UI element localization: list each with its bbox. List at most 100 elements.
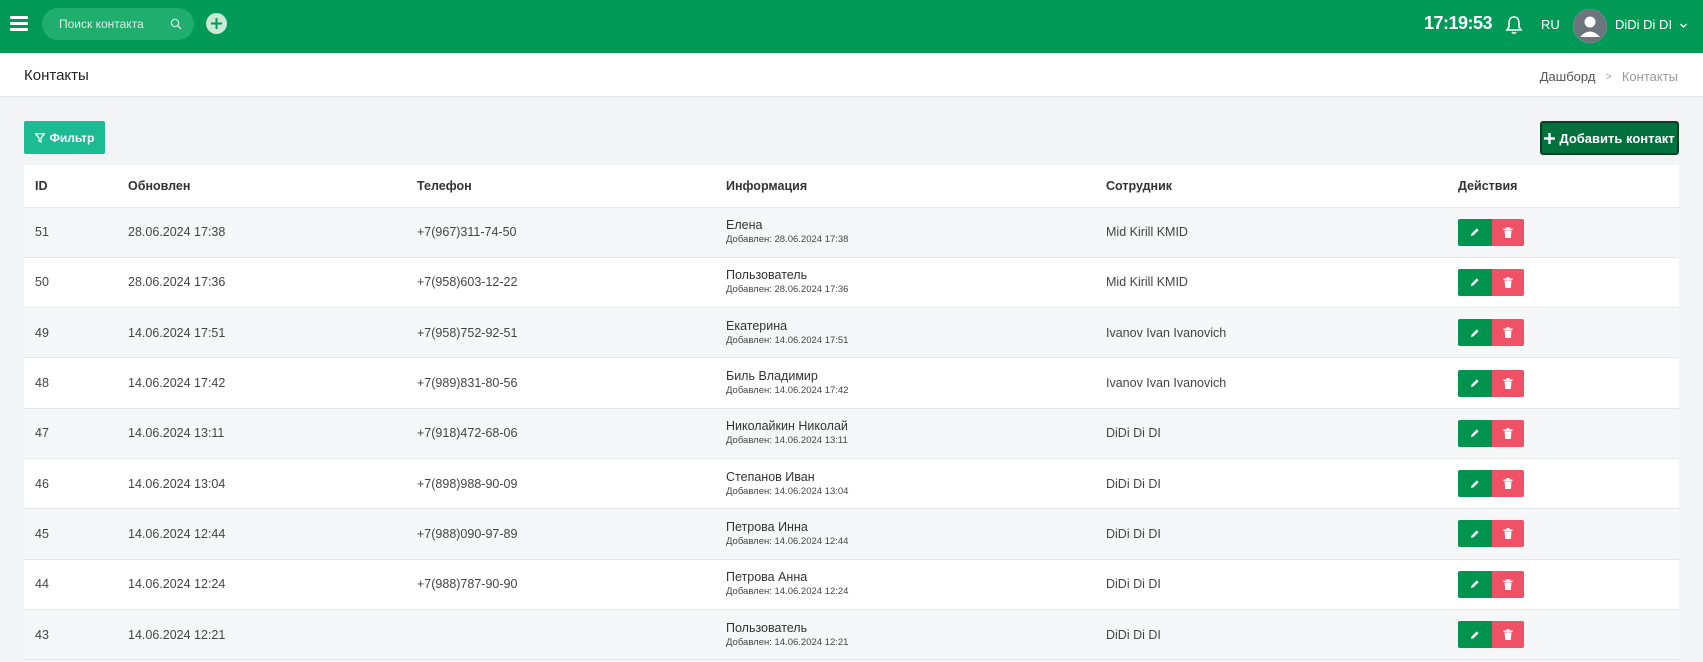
breadcrumb-current: Контакты xyxy=(1621,69,1678,84)
contact-added-date: Добавлен: 14.06.2024 13:11 xyxy=(726,435,848,447)
trash-icon xyxy=(1503,276,1513,288)
cell-employee: DiDi Di DI xyxy=(1095,609,1447,661)
column-header-actions: Действия xyxy=(1447,165,1679,208)
cell-phone: +7(989)831-80-56 xyxy=(406,357,715,409)
page-title: Контакты xyxy=(24,67,89,84)
cell-employee: Mid Kirill KMID xyxy=(1095,207,1447,258)
table-row: 49 14.06.2024 17:51 +7(958)752-92-51 Екатер… xyxy=(24,307,1679,359)
trash-icon xyxy=(1503,578,1513,590)
column-header-updated[interactable]: Обновлен xyxy=(117,165,406,208)
pencil-icon xyxy=(1471,530,1479,538)
edit-button[interactable] xyxy=(1458,419,1492,447)
bell-icon[interactable] xyxy=(1505,15,1523,35)
cell-employee: DiDi Di DI xyxy=(1095,458,1447,510)
cell-id: 46 xyxy=(24,458,117,510)
table-row: 44 14.06.2024 12:24 +7(988)787-90-90 Петров… xyxy=(24,559,1679,610)
cell-info: Пользователь Добавлен: 28.06.2024 17:36 xyxy=(715,257,1095,309)
breadcrumb: Дашборд > Контакты xyxy=(1540,69,1678,84)
cell-phone: +7(988)787-90-90 xyxy=(406,559,715,610)
avatar[interactable] xyxy=(1573,9,1607,43)
delete-button[interactable] xyxy=(1492,520,1524,548)
table-row: 48 14.06.2024 17:42 +7(989)831-80-56 Биль В… xyxy=(24,357,1679,409)
cell-actions xyxy=(1447,559,1679,610)
cell-phone: +7(958)603-12-22 xyxy=(406,257,715,309)
table-row: 47 14.06.2024 13:11 +7(918)472-68-06 Никола… xyxy=(24,408,1679,459)
cell-id: 45 xyxy=(24,508,117,560)
table-row: 45 14.06.2024 12:44 +7(988)090-97-89 Петров… xyxy=(24,508,1679,560)
column-header-info[interactable]: Информация xyxy=(715,165,1095,208)
contact-name: Петрова Инна xyxy=(726,519,808,534)
cell-actions xyxy=(1447,257,1679,309)
table-row: 51 28.06.2024 17:38 +7(967)311-74-50 Елена Д… xyxy=(24,207,1679,258)
contacts-table-container: ID Обновлен Телефон Информация Сотрудник… xyxy=(24,165,1679,661)
top-navbar: 17:19:53 RU DiDi Di DI xyxy=(0,0,1703,53)
cell-id: 51 xyxy=(24,207,117,258)
language-switcher[interactable]: RU xyxy=(1541,17,1560,32)
cell-info: Николайкин Николай Добавлен: 14.06.2024 1… xyxy=(715,408,1095,459)
delete-button[interactable] xyxy=(1492,470,1524,498)
cell-info: Петрова Анна Добавлен: 14.06.2024 12:24 xyxy=(715,559,1095,610)
column-header-phone[interactable]: Телефон xyxy=(406,165,715,208)
pencil-icon xyxy=(1471,580,1479,589)
contact-added-date: Добавлен: 28.06.2024 17:38 xyxy=(726,234,849,246)
cell-actions xyxy=(1447,408,1679,459)
search-box xyxy=(42,8,194,40)
delete-button[interactable] xyxy=(1492,419,1524,447)
cell-actions xyxy=(1447,609,1679,661)
delete-button[interactable] xyxy=(1492,621,1524,649)
filter-button[interactable]: Фильтр xyxy=(24,121,105,154)
delete-button[interactable] xyxy=(1492,268,1524,296)
edit-button[interactable] xyxy=(1458,621,1492,649)
add-contact-button[interactable]: Добавить контакт xyxy=(1540,121,1679,155)
cell-info: Пользователь Добавлен: 14.06.2024 12:21 xyxy=(715,609,1095,661)
cell-employee: Mid Kirill KMID xyxy=(1095,257,1447,309)
cell-id: 49 xyxy=(24,307,117,359)
username-label: DiDi Di DI xyxy=(1615,17,1673,32)
contact-added-date: Добавлен: 14.06.2024 12:24 xyxy=(726,586,849,598)
contact-name: Николайкин Николай xyxy=(726,419,848,434)
cell-updated: 14.06.2024 17:42 xyxy=(117,357,406,409)
pencil-icon xyxy=(1471,480,1479,488)
quick-add-button[interactable] xyxy=(206,13,227,34)
column-header-employee[interactable]: Сотрудник xyxy=(1095,165,1447,208)
breadcrumb-dashboard-link[interactable]: Дашборд xyxy=(1540,69,1596,84)
search-icon[interactable] xyxy=(170,18,182,30)
edit-button[interactable] xyxy=(1458,268,1492,296)
edit-button[interactable] xyxy=(1458,218,1492,246)
hamburger-menu-icon[interactable] xyxy=(10,16,28,36)
cell-phone: +7(988)090-97-89 xyxy=(406,508,715,560)
contact-added-date: Добавлен: 14.06.2024 17:51 xyxy=(726,334,849,346)
cell-info: Екатерина Добавлен: 14.06.2024 17:51 xyxy=(715,307,1095,359)
delete-button[interactable] xyxy=(1492,369,1524,397)
contact-name: Пользователь xyxy=(726,268,808,283)
contact-name: Степанов Иван xyxy=(726,469,815,484)
edit-button[interactable] xyxy=(1458,369,1492,397)
pencil-icon xyxy=(1471,228,1479,237)
cell-updated: 14.06.2024 17:51 xyxy=(117,307,406,359)
cell-id: 43 xyxy=(24,609,117,661)
pencil-icon xyxy=(1471,329,1479,337)
edit-button[interactable] xyxy=(1458,470,1492,498)
edit-button[interactable] xyxy=(1458,570,1492,598)
cell-phone: +7(958)752-92-51 xyxy=(406,307,715,359)
cell-employee: DiDi Di DI xyxy=(1095,508,1447,560)
contact-name: Елена xyxy=(726,218,763,233)
search-input[interactable] xyxy=(59,17,169,31)
edit-button[interactable] xyxy=(1458,319,1492,347)
trash-icon xyxy=(1503,377,1513,389)
delete-button[interactable] xyxy=(1492,218,1524,246)
cell-employee: Ivanov Ivan Ivanovich xyxy=(1095,357,1447,409)
pencil-icon xyxy=(1471,429,1479,438)
edit-button[interactable] xyxy=(1458,520,1492,548)
clock: 17:19:53 xyxy=(1424,13,1493,33)
cell-employee: Ivanov Ivan Ivanovich xyxy=(1095,307,1447,359)
delete-button[interactable] xyxy=(1492,319,1524,347)
column-header-id[interactable]: ID xyxy=(24,165,117,208)
delete-button[interactable] xyxy=(1492,570,1524,598)
trash-icon xyxy=(1503,478,1513,490)
contact-name: Пользователь xyxy=(726,620,808,635)
user-menu[interactable]: DiDi Di DI xyxy=(1615,17,1687,32)
breadcrumb-chevron-icon: > xyxy=(1605,70,1612,83)
cell-id: 48 xyxy=(24,357,117,409)
cell-updated: 14.06.2024 13:11 xyxy=(117,408,406,459)
